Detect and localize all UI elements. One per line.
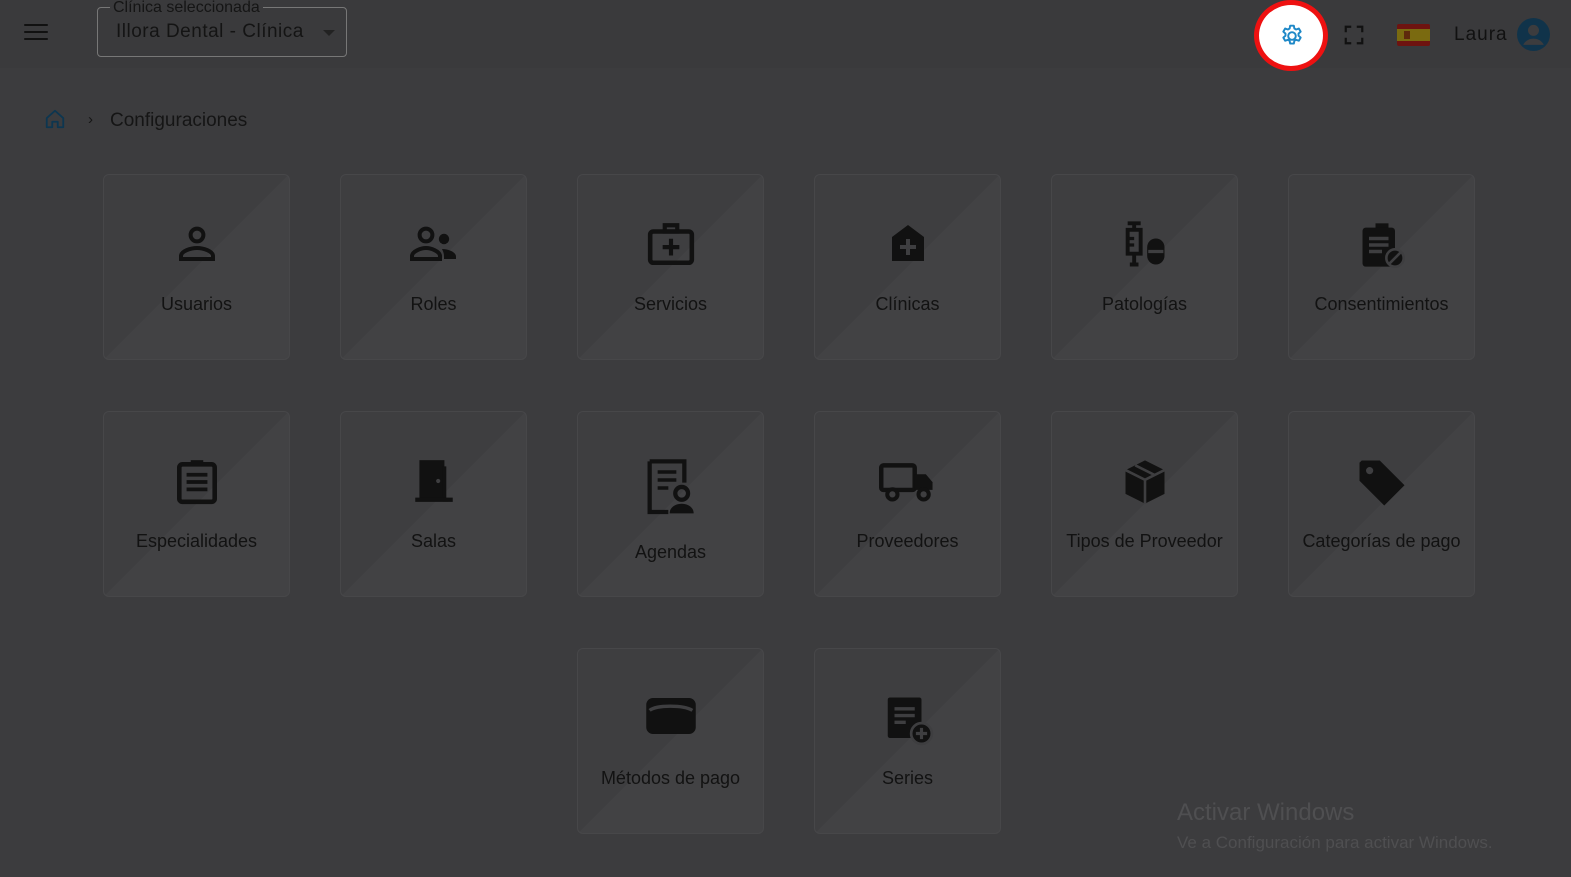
- card-label: Métodos de pago: [600, 768, 741, 788]
- card-agendas[interactable]: Agendas: [577, 411, 764, 597]
- card-label: Especialidades: [135, 531, 258, 551]
- avatar[interactable]: [1517, 18, 1550, 51]
- clipboard-list-icon: [176, 460, 217, 505]
- chevron-down-icon: [323, 30, 335, 36]
- top-app-bar: Clínica seleccionada Illora Dental - Clí…: [0, 0, 1571, 71]
- card-label: Clínicas: [875, 294, 940, 314]
- card-salas[interactable]: Salas: [340, 411, 527, 597]
- card-label: Servicios: [633, 294, 708, 314]
- card-patologias[interactable]: Patologías: [1051, 174, 1238, 360]
- card-series[interactable]: Series: [814, 648, 1001, 834]
- card-roles[interactable]: Roles: [340, 174, 527, 360]
- card-especialidades[interactable]: Especialidades: [103, 411, 290, 597]
- tag-icon: [1359, 460, 1404, 506]
- card-metodos-de-pago[interactable]: Métodos de pago: [577, 648, 764, 834]
- card-tipos-de-proveedor[interactable]: Tipos de Proveedor: [1051, 411, 1238, 597]
- card-categorias-de-pago[interactable]: Categorías de pago: [1288, 411, 1475, 597]
- watermark-title: Activar Windows: [1177, 799, 1355, 826]
- watermark-subtitle: Ve a Configuración para activar Windows.: [1177, 833, 1493, 852]
- medical-bag-icon: [647, 223, 694, 266]
- settings-button[interactable]: [1254, 0, 1328, 71]
- card-label: Salas: [410, 531, 457, 551]
- breadcrumb-current: Configuraciones: [110, 110, 248, 131]
- person-icon: [178, 226, 215, 261]
- card-label: Proveedores: [856, 531, 959, 551]
- package-icon: [1124, 460, 1165, 504]
- document-add-icon: [887, 697, 933, 746]
- breadcrumb-separator: ›: [88, 111, 93, 128]
- card-servicios[interactable]: Servicios: [577, 174, 764, 360]
- card-label: Usuarios: [160, 294, 233, 314]
- gear-icon: [1282, 24, 1302, 45]
- door-icon: [414, 460, 453, 502]
- card-proveedores[interactable]: Proveedores: [814, 411, 1001, 597]
- truck-icon: [878, 463, 933, 502]
- card-consentimientos[interactable]: Consentimientos: [1288, 174, 1475, 360]
- card-label: Categorías de pago: [1302, 531, 1461, 551]
- user-name[interactable]: Laura: [1454, 24, 1508, 46]
- card-label: Series: [881, 768, 934, 788]
- spain-flag-icon[interactable]: [1397, 24, 1430, 46]
- card-label: Roles: [410, 294, 457, 314]
- windows-activation-watermark: Activar Windows Ve a Configuración para …: [1177, 799, 1493, 853]
- card-label: Tipos de Proveedor: [1066, 531, 1223, 551]
- clinic-house-icon: [891, 225, 924, 261]
- clinic-select-value: Illora Dental - Clínica: [116, 21, 304, 42]
- clinic-select[interactable]: Clínica seleccionada Illora Dental - Clí…: [97, 0, 347, 57]
- clinic-select-label: Clínica seleccionada: [110, 0, 263, 17]
- vaccine-pill-icon: [1125, 221, 1164, 267]
- card-clinicas[interactable]: Clínicas: [814, 174, 1001, 360]
- clipboard-pill-icon: [1362, 223, 1405, 268]
- contact-page-icon: [647, 459, 694, 515]
- people-icon: [409, 226, 456, 261]
- menu-icon[interactable]: [24, 24, 48, 42]
- home-icon[interactable]: [44, 108, 66, 130]
- wallet-icon: [645, 698, 696, 734]
- card-usuarios[interactable]: Usuarios: [103, 174, 290, 360]
- card-label: Patologías: [1101, 294, 1188, 314]
- fullscreen-icon[interactable]: [1343, 24, 1365, 46]
- card-label: Consentimientos: [1314, 294, 1449, 314]
- card-label: Agendas: [634, 542, 707, 562]
